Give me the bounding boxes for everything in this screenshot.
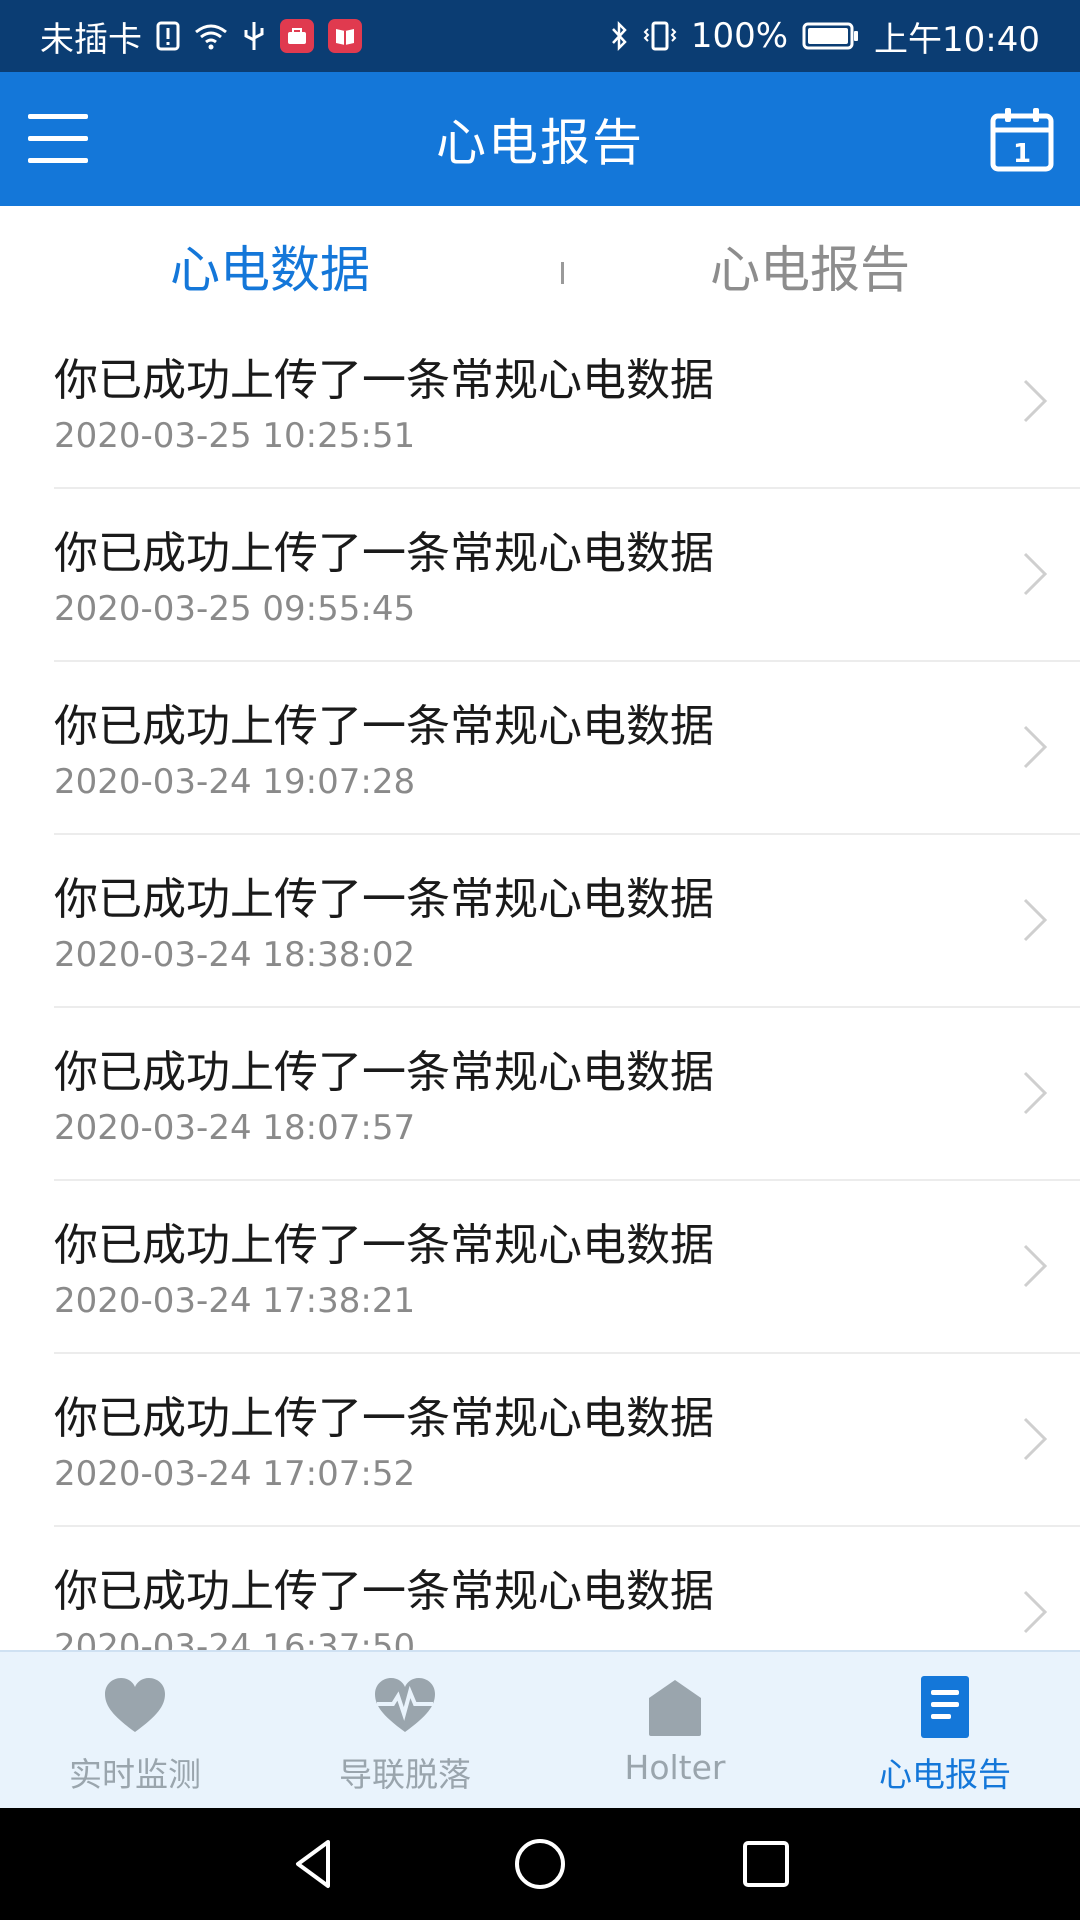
report-icon — [921, 1676, 969, 1738]
battery-icon — [802, 22, 860, 50]
carrier-text: 未插卡 — [40, 19, 142, 60]
page-title: 心电报告 — [436, 114, 644, 172]
item-title: 你已成功上传了一条常规心电数据 — [54, 1566, 714, 1617]
item-title: 你已成功上传了一条常规心电数据 — [54, 528, 714, 579]
system-nav-bar — [0, 1808, 1080, 1920]
heartbeat-icon — [375, 1678, 435, 1732]
item-time: 2020-03-24 16:37:50 — [54, 1627, 416, 1650]
back-icon[interactable] — [286, 1836, 342, 1892]
status-right: 100% 上午10:40 — [609, 12, 1040, 61]
tab-bar: 心电数据 心电报告 — [0, 206, 1080, 316]
nav-label: Holter — [624, 1748, 726, 1787]
nav-label: 心电报告 — [879, 1755, 1011, 1794]
nav-label: 实时监测 — [69, 1755, 201, 1794]
item-time: 2020-03-24 19:07:28 — [54, 762, 416, 802]
list-item[interactable]: 你已成功上传了一条常规心电数据 2020-03-24 18:38:02 — [54, 835, 1080, 1008]
bottom-nav: 实时监测 导联脱落 Holter 心电报告 — [0, 1650, 1080, 1808]
list-item[interactable]: 你已成功上传了一条常规心电数据 2020-03-24 19:07:28 — [54, 662, 1080, 835]
calendar-icon: 1 — [990, 108, 1054, 172]
sim-alert-icon — [156, 21, 180, 51]
menu-icon — [28, 114, 88, 119]
item-title: 你已成功上传了一条常规心电数据 — [54, 1393, 714, 1444]
bluetooth-icon — [609, 20, 629, 52]
tab-divider — [561, 262, 564, 284]
item-time: 2020-03-24 17:07:52 — [54, 1454, 416, 1494]
item-time: 2020-03-24 18:38:02 — [54, 935, 416, 975]
list-item[interactable]: 你已成功上传了一条常规心电数据 2020-03-24 17:38:21 — [54, 1181, 1080, 1354]
clock-text: 上午10:40 — [874, 19, 1040, 60]
chevron-right-icon — [1023, 379, 1048, 423]
recent-apps-icon[interactable] — [738, 1836, 794, 1892]
app-header: 心电报告 1 — [0, 72, 1080, 206]
wifi-icon — [194, 22, 228, 50]
nav-label: 导联脱落 — [339, 1755, 471, 1794]
home-icon — [649, 1680, 701, 1736]
item-time: 2020-03-24 18:07:57 — [54, 1108, 416, 1148]
list-item[interactable]: 你已成功上传了一条常规心电数据 2020-03-24 16:37:50 — [54, 1527, 1080, 1650]
nav-item-lead-off[interactable]: 导联脱落 — [270, 1652, 540, 1808]
list-item[interactable]: 你已成功上传了一条常规心电数据 2020-03-24 18:07:57 — [54, 1008, 1080, 1181]
chevron-right-icon — [1023, 725, 1048, 769]
list-item[interactable]: 你已成功上传了一条常规心电数据 2020-03-25 09:55:45 — [54, 489, 1080, 662]
calendar-button[interactable]: 1 — [990, 106, 1054, 172]
status-bar: 未插卡 100% 上午10:40 — [0, 0, 1080, 72]
status-left: 未插卡 — [40, 12, 362, 61]
item-title: 你已成功上传了一条常规心电数据 — [54, 874, 714, 925]
item-time: 2020-03-25 09:55:45 — [54, 589, 416, 629]
home-circle-icon[interactable] — [512, 1836, 568, 1892]
item-title: 你已成功上传了一条常规心电数据 — [54, 355, 714, 406]
nav-item-holter[interactable]: Holter — [540, 1652, 810, 1808]
chevron-right-icon — [1023, 898, 1048, 942]
item-time: 2020-03-25 10:25:51 — [54, 416, 416, 456]
list-item[interactable]: 你已成功上传了一条常规心电数据 2020-03-24 17:07:52 — [54, 1354, 1080, 1527]
tab-ecg-data[interactable]: 心电数据 — [0, 220, 540, 302]
chevron-right-icon — [1023, 1071, 1048, 1115]
vibrate-icon — [643, 21, 677, 51]
shopping-app-icon — [280, 19, 314, 53]
usb-icon — [242, 20, 266, 52]
menu-button[interactable] — [28, 114, 88, 164]
battery-percent: 100% — [690, 16, 789, 56]
item-title: 你已成功上传了一条常规心电数据 — [54, 701, 714, 752]
nav-item-realtime-monitor[interactable]: 实时监测 — [0, 1652, 270, 1808]
chevron-right-icon — [1023, 1417, 1048, 1461]
chevron-right-icon — [1023, 1590, 1048, 1634]
item-title: 你已成功上传了一条常规心电数据 — [54, 1047, 714, 1098]
chevron-right-icon — [1023, 1244, 1048, 1288]
tab-ecg-report[interactable]: 心电报告 — [540, 220, 1080, 302]
heart-icon — [105, 1678, 165, 1732]
ecg-data-list[interactable]: 你已成功上传了一条常规心电数据 2020-03-25 10:25:51 你已成功… — [0, 316, 1080, 1650]
chevron-right-icon — [1023, 552, 1048, 596]
calendar-day: 1 — [1013, 139, 1031, 169]
item-time: 2020-03-24 17:38:21 — [54, 1281, 416, 1321]
list-item[interactable]: 你已成功上传了一条常规心电数据 2020-03-25 10:25:51 — [54, 316, 1080, 489]
book-app-icon — [328, 19, 362, 53]
item-title: 你已成功上传了一条常规心电数据 — [54, 1220, 714, 1271]
nav-item-ecg-report[interactable]: 心电报告 — [810, 1652, 1080, 1808]
